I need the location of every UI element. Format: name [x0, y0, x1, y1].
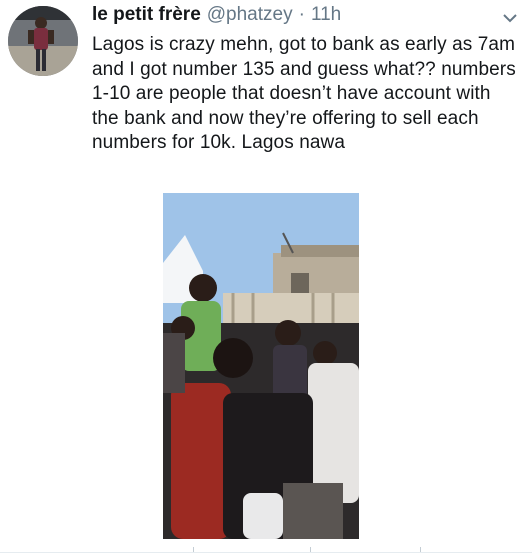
tweet-text: Lagos is crazy mehn, got to bank as earl… — [92, 34, 516, 153]
tweet-media-image[interactable] — [163, 193, 359, 539]
avatar[interactable] — [8, 6, 78, 76]
separator-dot: · — [298, 4, 305, 25]
user-handle[interactable]: @phatzey — [207, 4, 293, 26]
chevron-down-icon[interactable] — [502, 12, 518, 24]
display-name[interactable]: le petit frère — [92, 4, 201, 26]
tweet-card[interactable]: le petit frère @phatzey · 11h Lagos is c… — [0, 0, 532, 553]
tweet-header: le petit frère @phatzey · 11h — [92, 4, 498, 32]
timestamp[interactable]: 11h — [311, 4, 341, 26]
